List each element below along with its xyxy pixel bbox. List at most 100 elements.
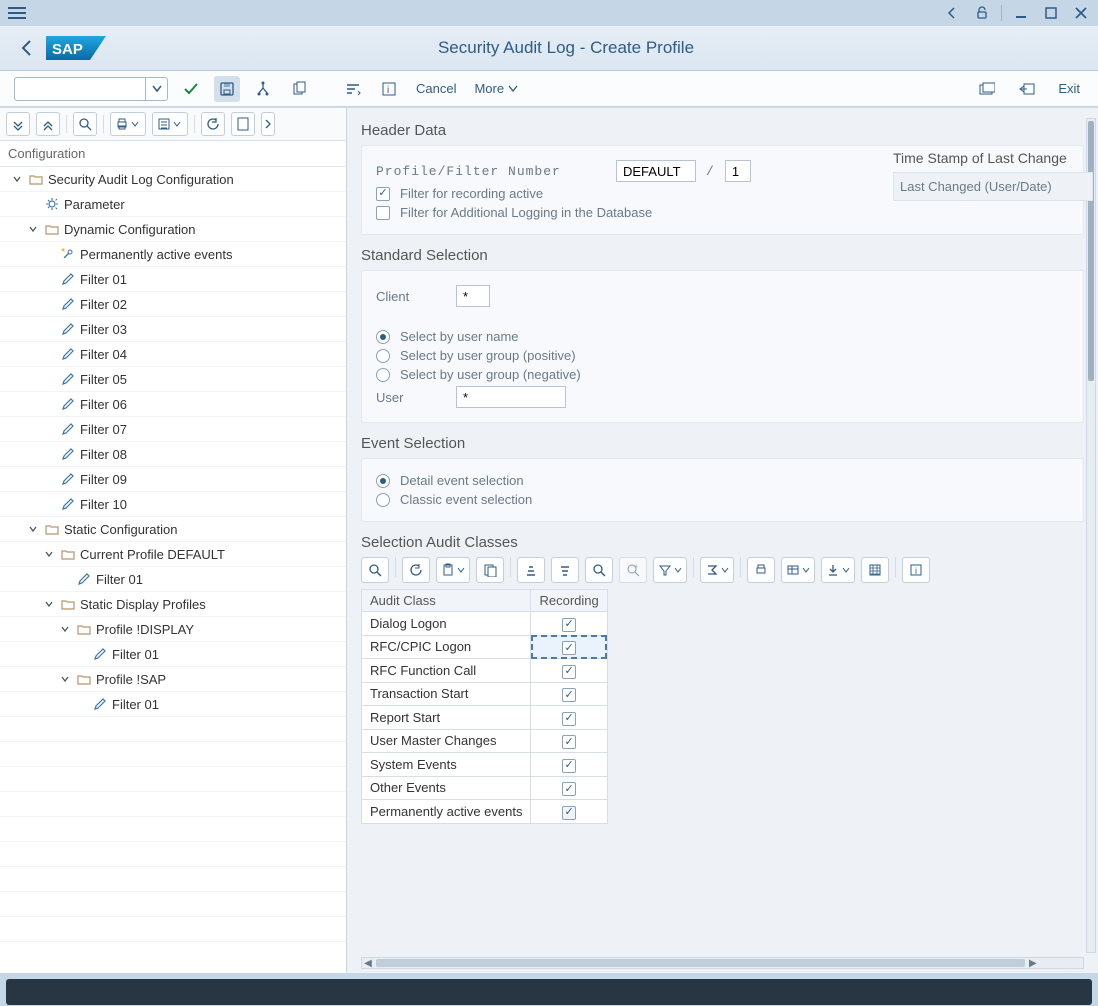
copy-button[interactable] [286, 76, 312, 102]
chevron-down-icon[interactable] [145, 78, 167, 100]
expand-all-button[interactable] [6, 112, 30, 136]
alv-print-icon[interactable] [747, 557, 775, 583]
user-input[interactable] [456, 386, 566, 408]
table-row[interactable]: Dialog Logon [362, 612, 608, 636]
alv-find-icon[interactable] [585, 557, 613, 583]
select-user-name-radio[interactable] [376, 330, 390, 344]
tree-row[interactable]: Filter 05 [0, 367, 346, 392]
tree-row[interactable]: Filter 01 [0, 267, 346, 292]
profile-name-input[interactable] [616, 160, 696, 182]
tree-row[interactable]: Filter 01 [0, 692, 346, 717]
tree-row[interactable]: Profile !DISPLAY [0, 617, 346, 642]
recording-cell[interactable] [531, 729, 607, 753]
filter-db-checkbox[interactable] [376, 206, 390, 220]
table-row[interactable]: RFC/CPIC Logon [362, 635, 608, 659]
tree-row[interactable]: Profile !SAP [0, 667, 346, 692]
info-button[interactable]: i [376, 76, 402, 102]
alv-find-next-icon[interactable]: + [619, 557, 647, 583]
recording-checkbox[interactable] [562, 782, 576, 796]
alv-view-icon[interactable] [781, 557, 815, 583]
recording-checkbox[interactable] [562, 688, 576, 702]
audit-class-table[interactable]: Audit Class Recording Dialog LogonRFC/CP… [361, 589, 608, 824]
tree-row[interactable]: Filter 01 [0, 642, 346, 667]
print-button[interactable] [110, 112, 146, 136]
tree-expander-icon[interactable] [58, 672, 72, 686]
close-icon[interactable] [1070, 2, 1092, 24]
recording-checkbox[interactable] [562, 759, 576, 773]
tree-row[interactable]: Filter 03 [0, 317, 346, 342]
more-button[interactable]: More [470, 81, 522, 96]
recording-cell[interactable] [531, 682, 607, 706]
tree-row[interactable]: Static Configuration [0, 517, 346, 542]
alv-detail-icon[interactable] [361, 557, 389, 583]
recording-checkbox[interactable] [562, 618, 576, 632]
select-user-group-pos-radio[interactable] [376, 349, 390, 363]
command-input[interactable] [15, 78, 145, 100]
recording-cell[interactable] [531, 706, 607, 730]
tree-expander-icon[interactable] [10, 172, 24, 186]
recording-cell[interactable] [531, 800, 607, 824]
recording-cell[interactable] [531, 659, 607, 683]
col-recording[interactable]: Recording [531, 590, 607, 612]
alv-refresh-icon[interactable] [402, 557, 430, 583]
tree-row[interactable]: Parameter [0, 192, 346, 217]
table-row[interactable]: System Events [362, 753, 608, 777]
tree-row[interactable]: Filter 02 [0, 292, 346, 317]
tree-row[interactable]: Filter 06 [0, 392, 346, 417]
filter-number-input[interactable] [725, 160, 751, 182]
export-button[interactable] [152, 112, 188, 136]
save-button[interactable] [214, 76, 240, 102]
alv-copy-icon[interactable] [476, 557, 504, 583]
tree-expander-icon[interactable] [42, 597, 56, 611]
table-row[interactable]: Other Events [362, 776, 608, 800]
recording-cell[interactable] [531, 776, 607, 800]
alv-sort-desc-icon[interactable] [551, 557, 579, 583]
tree-row[interactable]: Dynamic Configuration [0, 217, 346, 242]
tree-row[interactable]: Filter 07 [0, 417, 346, 442]
tree-row[interactable]: Filter 01 [0, 567, 346, 592]
hamburger-menu-icon[interactable] [6, 2, 28, 24]
tree-expander-icon[interactable] [26, 522, 40, 536]
accept-button[interactable] [178, 76, 204, 102]
prev-arrow-icon[interactable] [941, 2, 963, 24]
tree-expander-icon[interactable] [42, 547, 56, 561]
expand-panel-icon[interactable] [261, 112, 275, 136]
recording-checkbox[interactable] [562, 735, 576, 749]
configuration-tree[interactable]: Security Audit Log ConfigurationParamete… [0, 167, 346, 973]
alv-layout-icon[interactable] [861, 557, 889, 583]
col-audit-class[interactable]: Audit Class [362, 590, 531, 612]
table-row[interactable]: User Master Changes [362, 729, 608, 753]
alv-sum-icon[interactable] [700, 557, 734, 583]
client-input[interactable] [456, 285, 490, 307]
horizontal-scrollbar[interactable]: ◀ ▶ [361, 957, 1084, 969]
recording-cell[interactable] [531, 635, 607, 659]
tree-row[interactable]: Static Display Profiles [0, 592, 346, 617]
tree-row[interactable]: Permanently active events [0, 242, 346, 267]
tree-expander-icon[interactable] [26, 222, 40, 236]
exit-button[interactable]: Exit [1054, 81, 1084, 96]
distribute-button[interactable] [250, 76, 276, 102]
scroll-right-icon[interactable]: ▶ [1027, 958, 1039, 969]
table-row[interactable]: Report Start [362, 706, 608, 730]
detail-event-radio[interactable] [376, 474, 390, 488]
tree-row[interactable]: Filter 08 [0, 442, 346, 467]
tree-row[interactable]: Filter 04 [0, 342, 346, 367]
alv-clipboard-icon[interactable] [436, 557, 470, 583]
recording-checkbox[interactable] [562, 712, 576, 726]
command-field[interactable] [14, 77, 168, 101]
recording-cell[interactable] [531, 753, 607, 777]
tree-expander-icon[interactable] [58, 622, 72, 636]
filter-active-checkbox[interactable] [376, 187, 390, 201]
recording-cell[interactable] [531, 612, 607, 636]
tree-row[interactable]: Filter 09 [0, 467, 346, 492]
classic-event-radio[interactable] [376, 493, 390, 507]
tree-row[interactable]: Security Audit Log Configuration [0, 167, 346, 192]
recording-checkbox[interactable] [562, 641, 576, 655]
select-user-group-neg-radio[interactable] [376, 368, 390, 382]
alv-info-icon[interactable]: i [902, 557, 930, 583]
cancel-button[interactable]: Cancel [412, 81, 460, 96]
collapse-all-button[interactable] [36, 112, 60, 136]
tree-row[interactable]: Filter 10 [0, 492, 346, 517]
table-row[interactable]: Transaction Start [362, 682, 608, 706]
scroll-left-icon[interactable]: ◀ [362, 958, 374, 969]
